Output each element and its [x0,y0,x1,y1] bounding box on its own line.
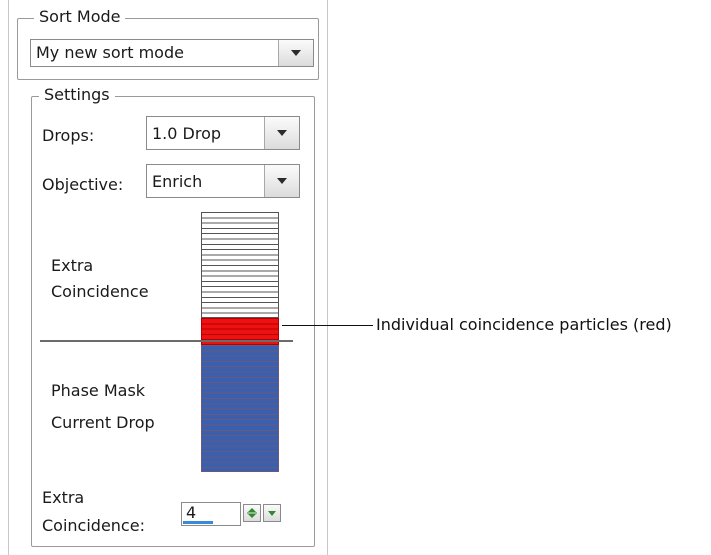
current-drop-label: Current Drop [51,413,155,432]
chevron-down-icon [291,50,301,56]
spin-updown-icon[interactable] [243,504,261,522]
extra-coincidence-input[interactable]: 4 [181,502,241,526]
input-focus-bar [183,521,213,524]
bottom-extra-label: Extra [42,488,85,507]
objective-label: Objective: [42,175,124,194]
extra-coincidence-label-line2: Coincidence [51,282,149,301]
bottom-coincidence-label: Coincidence: [42,516,145,535]
callout-leader-line [282,325,373,326]
objective-dropdown-button[interactable] [264,165,299,197]
drops-label: Drops: [42,126,95,145]
extra-coincidence-value: 4 [186,503,197,522]
chevron-down-icon[interactable] [263,504,281,522]
drops-select[interactable]: 1.0 Drop [146,116,300,150]
settings-panel: Sort Mode My new sort mode Settings Drop… [8,0,328,555]
extra-coincidence-label-line1: Extra [51,256,94,275]
objective-select[interactable]: Enrich [146,164,300,198]
phase-divider-line [40,340,293,342]
sort-mode-value: My new sort mode [36,43,184,62]
drops-value: 1.0 Drop [152,124,222,143]
chevron-down-icon [277,178,287,184]
chevron-down-icon [277,130,287,136]
phase-mask-label: Phase Mask [51,381,146,400]
spin-buttons[interactable] [243,504,281,522]
sort-mode-legend: Sort Mode [34,8,126,26]
current-drop-rows [201,344,279,472]
drops-dropdown-button[interactable] [264,117,299,149]
settings-legend: Settings [39,86,115,104]
coincidence-diagram [201,212,279,474]
extra-coincidence-rows [201,212,279,318]
objective-value: Enrich [152,172,203,191]
callout-label: Individual coincidence particles (red) [376,315,672,334]
sort-mode-select[interactable]: My new sort mode [30,39,314,67]
sort-mode-dropdown-button[interactable] [278,40,313,66]
